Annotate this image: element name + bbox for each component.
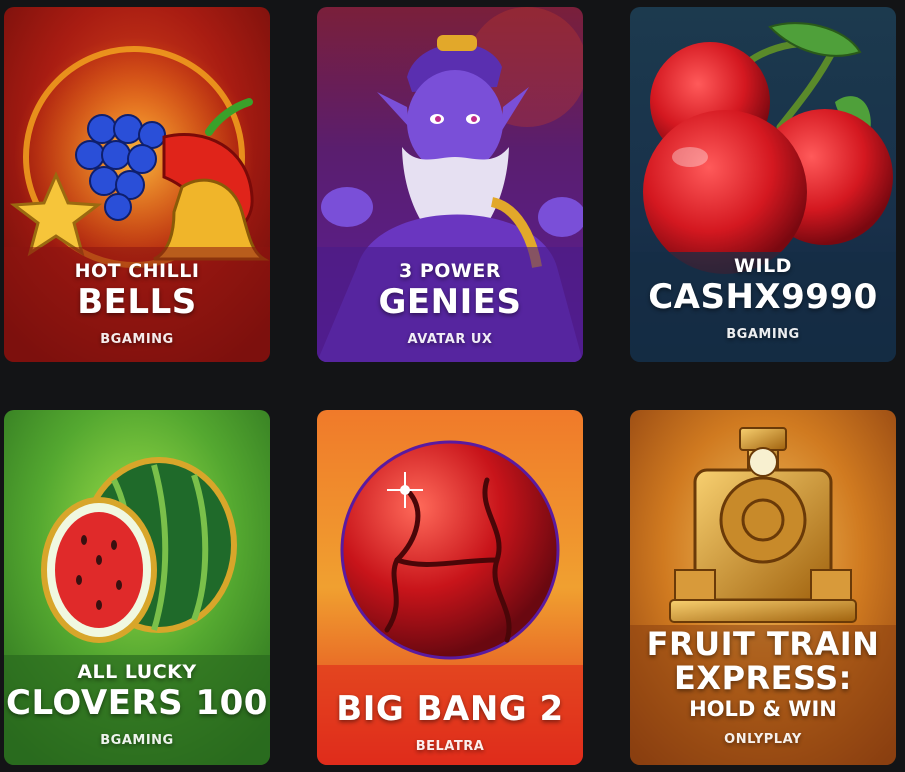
- game-title-line2: BELLS: [77, 282, 197, 322]
- game-title-line3: HOLD & WIN: [689, 697, 837, 722]
- game-title-line2: EXPRESS:: [674, 658, 852, 697]
- game-card-hot-chilli-bells[interactable]: HOT CHILLI BELLS BGAMING: [4, 7, 270, 362]
- game-title-line1: ALL LUCKY: [77, 661, 197, 683]
- game-provider: AVATAR UX: [407, 332, 493, 347]
- game-title-line1: BIG BANG 2: [336, 689, 564, 729]
- game-card-wild-cashx9990[interactable]: WILD CASHX9990 BGAMING: [630, 7, 896, 362]
- game-provider: BGAMING: [100, 733, 174, 748]
- game-card-fruit-train-express[interactable]: FRUIT TRAIN EXPRESS: HOLD & WIN ONLYPLAY: [630, 410, 896, 765]
- game-provider: BELATRA: [415, 739, 485, 754]
- game-title-line1: 3 POWER: [399, 260, 501, 282]
- game-provider: BGAMING: [100, 332, 174, 347]
- game-provider: BGAMING: [726, 327, 800, 342]
- game-title-line1: FRUIT TRAIN: [646, 625, 880, 663]
- game-title-line2: GENIES: [378, 282, 522, 322]
- game-card-3-power-genies[interactable]: 3 POWER GENIES AVATAR UX: [317, 7, 583, 362]
- game-title-line2: CLOVERS 100: [6, 683, 268, 723]
- game-card-all-lucky-clovers-100[interactable]: ALL LUCKY CLOVERS 100 BGAMING: [4, 410, 270, 765]
- game-title-line1: WILD: [734, 255, 792, 277]
- game-title-line2: CASHX9990: [648, 277, 878, 317]
- game-card-big-bang-2[interactable]: BIG BANG 2 BELATRA: [317, 410, 583, 765]
- game-grid: HOT CHILLI BELLS BGAMING 3 POWER GENIES …: [0, 0, 905, 772]
- game-provider: ONLYPLAY: [724, 732, 802, 748]
- game-title-line1: HOT CHILLI: [74, 260, 200, 282]
